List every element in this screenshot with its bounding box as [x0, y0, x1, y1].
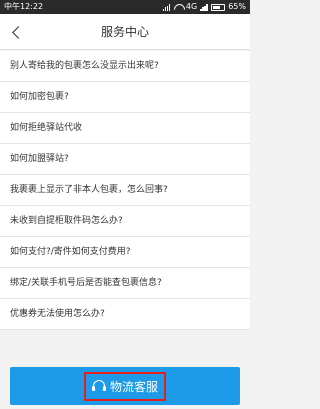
chevron-left-icon [11, 25, 25, 39]
network-type: 4G [185, 2, 198, 11]
faq-item[interactable]: 绑定/关联手机号后是否能查包裹信息? [0, 268, 250, 299]
highlight-annotation [84, 372, 166, 401]
faq-item[interactable]: 别人寄给我的包裹怎么没显示出来呢? [0, 51, 250, 82]
wifi-icon [174, 4, 183, 11]
back-button[interactable] [6, 22, 26, 42]
faq-item[interactable]: 如何拒绝驿站代收 [0, 113, 250, 144]
faq-item[interactable]: 优惠券无法使用怎么办? [0, 299, 250, 330]
faq-item[interactable]: 如何加盟驿站? [0, 144, 250, 175]
status-time: 中午12:22 [4, 2, 44, 11]
faq-item[interactable]: 如何加密包裹? [0, 82, 250, 113]
nav-bar: 服务中心 [0, 14, 250, 50]
page-title: 服务中心 [100, 25, 149, 39]
battery-icon [211, 3, 226, 11]
status-bar: 中午12:22 4G 65% [0, 0, 250, 14]
faq-item[interactable]: 未收到自提柜取件码怎么办? [0, 206, 250, 237]
faq-item[interactable]: 我裹裹上显示了非本人包裹，怎么回事? [0, 175, 250, 206]
faq-item[interactable]: 如何支付?/寄件如何支付费用? [0, 237, 250, 268]
signal-icon [162, 3, 171, 11]
signal-icon-2 [200, 3, 208, 11]
battery-percent: 65% [228, 2, 246, 11]
faq-list: 别人寄给我的包裹怎么没显示出来呢? 如何加密包裹? 如何拒绝驿站代收 如何加盟驿站? 我… [0, 51, 250, 330]
